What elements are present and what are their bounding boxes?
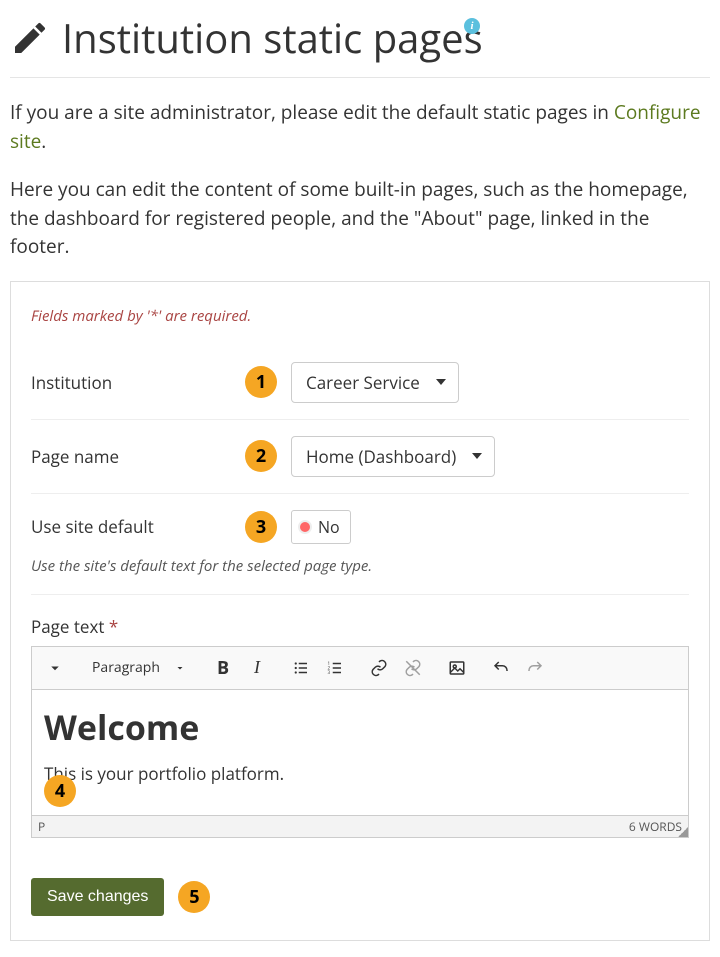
step-marker-5: 5 <box>178 881 210 913</box>
save-button[interactable]: Save changes <box>31 878 164 916</box>
step-marker-3: 3 <box>245 511 277 543</box>
format-select[interactable]: Paragraph <box>84 654 194 681</box>
use-default-help: Use the site's default text for the sele… <box>31 556 689 595</box>
bullet-list-icon <box>292 659 310 677</box>
rich-text-editor: Paragraph B I 123 <box>31 646 689 838</box>
editor-content[interactable]: Welcome This is your portfolio platform.… <box>32 690 688 815</box>
undo-icon <box>492 659 510 677</box>
image-icon <box>448 659 466 677</box>
editor-toolbar: Paragraph B I 123 <box>32 647 688 690</box>
form-panel: Fields marked by '*' are required. Insti… <box>10 281 710 941</box>
use-default-toggle[interactable]: No <box>291 510 351 544</box>
image-button[interactable] <box>442 653 472 683</box>
bold-button[interactable]: B <box>208 653 238 683</box>
use-default-row: Use site default 3 No <box>31 494 689 550</box>
resize-handle[interactable] <box>678 827 688 837</box>
page-text-label: Page text * <box>31 615 689 638</box>
page-title: Institution static pages <box>62 10 483 65</box>
page-name-label: Page name <box>31 445 231 468</box>
page-header: Institution static pages i <box>10 10 710 78</box>
bullet-list-button[interactable] <box>286 653 316 683</box>
institution-select[interactable]: Career Service <box>291 362 459 403</box>
content-paragraph: This is your portfolio platform. <box>44 762 676 785</box>
link-icon <box>370 659 388 677</box>
institution-select-value: Career Service <box>306 371 420 394</box>
institution-label: Institution <box>31 371 231 394</box>
save-row: Save changes 5 <box>31 878 689 916</box>
redo-icon <box>526 659 544 677</box>
unlink-icon <box>404 659 422 677</box>
format-select-value: Paragraph <box>92 658 160 677</box>
institution-row: Institution 1 Career Service <box>31 346 689 420</box>
intro-text: If you are a site administrator, please … <box>10 99 614 125</box>
word-count: 6 WORDS <box>629 818 682 835</box>
chevron-down-icon <box>174 662 186 674</box>
use-default-label: Use site default <box>31 515 231 538</box>
link-button[interactable] <box>364 653 394 683</box>
intro-text-post: . <box>41 128 46 154</box>
editor-statusbar: P 6 WORDS <box>32 815 688 837</box>
numbered-list-button[interactable]: 123 <box>320 653 350 683</box>
required-marker: * <box>109 615 118 638</box>
page-text-label-text: Page text <box>31 615 104 638</box>
page-name-select[interactable]: Home (Dashboard) <box>291 436 495 477</box>
redo-button[interactable] <box>520 653 550 683</box>
edit-icon <box>10 18 50 58</box>
svg-text:3: 3 <box>328 670 331 676</box>
page-name-select-value: Home (Dashboard) <box>306 445 456 468</box>
numbered-list-icon: 123 <box>326 659 344 677</box>
step-marker-1: 1 <box>245 366 277 398</box>
italic-button[interactable]: I <box>242 653 272 683</box>
step-marker-2: 2 <box>245 440 277 472</box>
use-default-value: No <box>318 516 340 538</box>
intro-paragraph-1: If you are a site administrator, please … <box>10 98 710 155</box>
unlink-button[interactable] <box>398 653 428 683</box>
element-path[interactable]: P <box>38 818 45 835</box>
step-marker-4: 4 <box>44 775 76 807</box>
page-name-row: Page name 2 Home (Dashboard) <box>31 420 689 494</box>
chevron-down-icon <box>46 659 64 677</box>
content-heading: Welcome <box>44 704 676 750</box>
toolbar-menu-toggle[interactable] <box>40 653 70 683</box>
info-icon[interactable]: i <box>464 18 480 34</box>
intro-paragraph-2: Here you can edit the content of some bu… <box>10 175 710 261</box>
toggle-indicator-icon <box>298 520 312 534</box>
required-note: Fields marked by '*' are required. <box>31 306 689 326</box>
undo-button[interactable] <box>486 653 516 683</box>
